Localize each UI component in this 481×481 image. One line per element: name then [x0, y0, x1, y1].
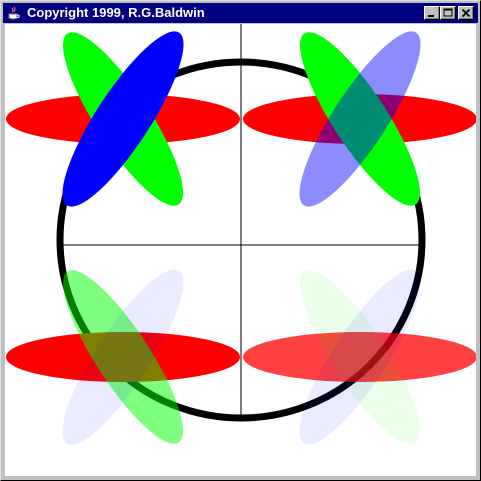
title-bar[interactable]: Copyright 1999, R.G.Baldwin [3, 3, 478, 23]
minimize-button[interactable] [424, 6, 440, 20]
minimize-icon [428, 15, 434, 17]
drawing-canvas [5, 24, 476, 476]
maximize-button[interactable] [440, 6, 456, 20]
cluster-bottom-left [6, 269, 240, 445]
maximize-icon [443, 8, 453, 17]
close-button[interactable] [458, 6, 474, 20]
cluster-top-left [6, 31, 240, 207]
close-icon [461, 8, 471, 18]
drawing-surface [6, 24, 476, 445]
java-app-icon[interactable] [6, 5, 22, 21]
cluster-bottom-right [243, 269, 476, 445]
application-window: Copyright 1999, R.G.Baldwin [0, 0, 481, 481]
window-title: Copyright 1999, R.G.Baldwin [27, 5, 205, 20]
cluster-top-right [243, 31, 476, 207]
